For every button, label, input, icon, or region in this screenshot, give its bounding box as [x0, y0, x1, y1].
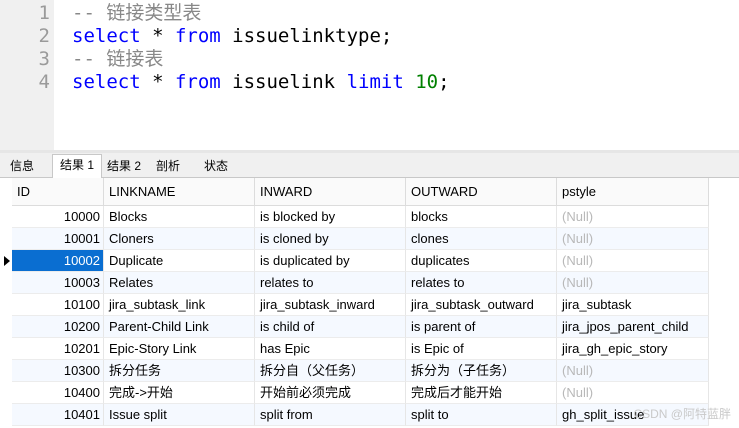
line-number: 4 [38, 71, 50, 93]
grid-cell-id[interactable]: 10201 [12, 338, 104, 360]
grid-cell-pstyle[interactable]: (Null) [557, 250, 709, 272]
grid-cell-pstyle[interactable]: jira_gh_epic_story [557, 338, 709, 360]
grid-cell-linkname[interactable]: Issue split [104, 404, 255, 426]
keyword-from: from [174, 71, 221, 93]
grid-cell-outward[interactable]: 拆分为（子任务） [406, 360, 557, 382]
code-line-1: 1 -- 链接类型表 [0, 2, 739, 25]
row-arrow-icon [4, 256, 10, 266]
grid-cell-id[interactable]: 10200 [12, 316, 104, 338]
keyword-from: from [174, 25, 221, 47]
sql-editor[interactable]: 1 -- 链接类型表 2 select * from issuelinktype… [0, 0, 739, 150]
keyword-limit: limit [346, 71, 404, 93]
line-number: 3 [38, 48, 50, 70]
grid-cell-outward[interactable]: blocks [406, 206, 557, 228]
line-number: 1 [38, 2, 50, 24]
sql-comment: -- 链接类型表 [72, 2, 202, 24]
grid-cell-inward[interactable]: is blocked by [255, 206, 406, 228]
column-header-inward[interactable]: INWARD [255, 178, 406, 206]
column-header-id[interactable]: ID [12, 178, 104, 206]
grid-cell-outward[interactable]: split to [406, 404, 557, 426]
tab-result-1[interactable]: 结果 1 [52, 154, 102, 178]
grid-cell-linkname[interactable]: Cloners [104, 228, 255, 250]
grid-cell-id[interactable]: 10001 [12, 228, 104, 250]
star: * [140, 25, 175, 47]
column-header-pstyle[interactable]: pstyle [557, 178, 709, 206]
grid-cell-linkname[interactable]: Epic-Story Link [104, 338, 255, 360]
semicolon: ; [438, 71, 450, 93]
code-line-4: 4 select * from issuelink limit 10; [0, 71, 739, 94]
table-row[interactable]: 10201 Epic-Story Link has Epic is Epic of ji… [0, 338, 739, 360]
code-line-2: 2 select * from issuelinktype; [0, 25, 739, 48]
grid-cell-linkname[interactable]: Relates [104, 272, 255, 294]
current-row-indicator [0, 250, 12, 272]
result-grid: ID LINKNAME INWARD OUTWARD pstyle 10000 B… [0, 178, 739, 428]
grid-cell-pstyle[interactable]: jira_subtask [557, 294, 709, 316]
grid-cell-pstyle[interactable]: (Null) [557, 272, 709, 294]
table-row[interactable]: 10300 拆分任务 拆分自（父任务） 拆分为（子任务） (Null) [0, 360, 739, 382]
line-number: 2 [38, 25, 50, 47]
tab-result-2[interactable]: 结果 2 [102, 156, 146, 176]
star: * [140, 71, 175, 93]
grid-cell-linkname[interactable]: 完成->开始 [104, 382, 255, 404]
grid-cell-inward[interactable]: is child of [255, 316, 406, 338]
table-name: issuelinktype; [220, 25, 393, 47]
sql-comment: -- 链接表 [72, 48, 164, 70]
grid-cell-id[interactable]: 10002 [12, 250, 104, 272]
table-row[interactable]: 10400 完成->开始 开始前必须完成 完成后才能开始 (Null) [0, 382, 739, 404]
grid-cell-outward[interactable]: is parent of [406, 316, 557, 338]
table-name: issuelink [220, 71, 347, 93]
grid-cell-linkname[interactable]: Duplicate [104, 250, 255, 272]
table-row[interactable]: 10100 jira_subtask_link jira_subtask_inwar… [0, 294, 739, 316]
grid-header: ID LINKNAME INWARD OUTWARD pstyle [0, 178, 739, 206]
grid-cell-pstyle[interactable]: (Null) [557, 228, 709, 250]
grid-cell-pstyle[interactable]: (Null) [557, 360, 709, 382]
grid-cell-inward[interactable]: has Epic [255, 338, 406, 360]
tab-status[interactable]: 状态 [196, 156, 236, 176]
table-row[interactable]: 10000 Blocks is blocked by blocks (Null) [0, 206, 739, 228]
grid-cell-inward[interactable]: relates to [255, 272, 406, 294]
grid-cell-id[interactable]: 10300 [12, 360, 104, 382]
grid-cell-linkname[interactable]: 拆分任务 [104, 360, 255, 382]
grid-cell-pstyle[interactable]: (Null) [557, 382, 709, 404]
grid-cell-pstyle[interactable]: jira_jpos_parent_child [557, 316, 709, 338]
grid-cell-inward[interactable]: is cloned by [255, 228, 406, 250]
sql-statement: select * from issuelink limit 10; [72, 71, 450, 94]
keyword-select: select [72, 25, 141, 47]
code-line-3: 3 -- 链接表 [0, 48, 739, 71]
table-row[interactable]: 10002 Duplicate is duplicated by duplicates… [0, 250, 739, 272]
table-row[interactable]: 10001 Cloners is cloned by clones (Null) [0, 228, 739, 250]
grid-cell-outward[interactable]: clones [406, 228, 557, 250]
grid-cell-pstyle[interactable]: (Null) [557, 206, 709, 228]
grid-cell-inward[interactable]: 开始前必须完成 [255, 382, 406, 404]
grid-cell-id[interactable]: 10400 [12, 382, 104, 404]
keyword-select: select [72, 71, 141, 93]
grid-cell-id[interactable]: 10000 [12, 206, 104, 228]
grid-cell-linkname[interactable]: jira_subtask_link [104, 294, 255, 316]
grid-cell-inward[interactable]: is duplicated by [255, 250, 406, 272]
grid-cell-linkname[interactable]: Blocks [104, 206, 255, 228]
grid-cell-id[interactable]: 10003 [12, 272, 104, 294]
sql-statement: select * from issuelinktype; [72, 25, 392, 48]
number-literal: 10 [403, 71, 439, 93]
watermark: CSDN @阿特蓝胖 [633, 407, 731, 421]
grid-cell-linkname[interactable]: Parent-Child Link [104, 316, 255, 338]
grid-cell-outward[interactable]: 完成后才能开始 [406, 382, 557, 404]
grid-cell-outward[interactable]: duplicates [406, 250, 557, 272]
tab-info[interactable]: 信息 [4, 156, 40, 176]
column-header-linkname[interactable]: LINKNAME [104, 178, 255, 206]
grid-cell-inward[interactable]: 拆分自（父任务） [255, 360, 406, 382]
grid-cell-outward[interactable]: relates to [406, 272, 557, 294]
tab-profile[interactable]: 剖析 [148, 156, 188, 176]
table-row[interactable]: 10401 Issue split split from split to gh_spl… [0, 404, 739, 426]
table-row[interactable]: 10003 Relates relates to relates to (Null) [0, 272, 739, 294]
table-row[interactable]: 10200 Parent-Child Link is child of is pare… [0, 316, 739, 338]
result-tabs: 信息 结果 1 结果 2 剖析 状态 [0, 153, 739, 178]
column-header-outward[interactable]: OUTWARD [406, 178, 557, 206]
grid-cell-outward[interactable]: is Epic of [406, 338, 557, 360]
grid-cell-id[interactable]: 10100 [12, 294, 104, 316]
grid-cell-id[interactable]: 10401 [12, 404, 104, 426]
grid-cell-inward[interactable]: split from [255, 404, 406, 426]
grid-cell-outward[interactable]: jira_subtask_outward [406, 294, 557, 316]
grid-cell-inward[interactable]: jira_subtask_inward [255, 294, 406, 316]
